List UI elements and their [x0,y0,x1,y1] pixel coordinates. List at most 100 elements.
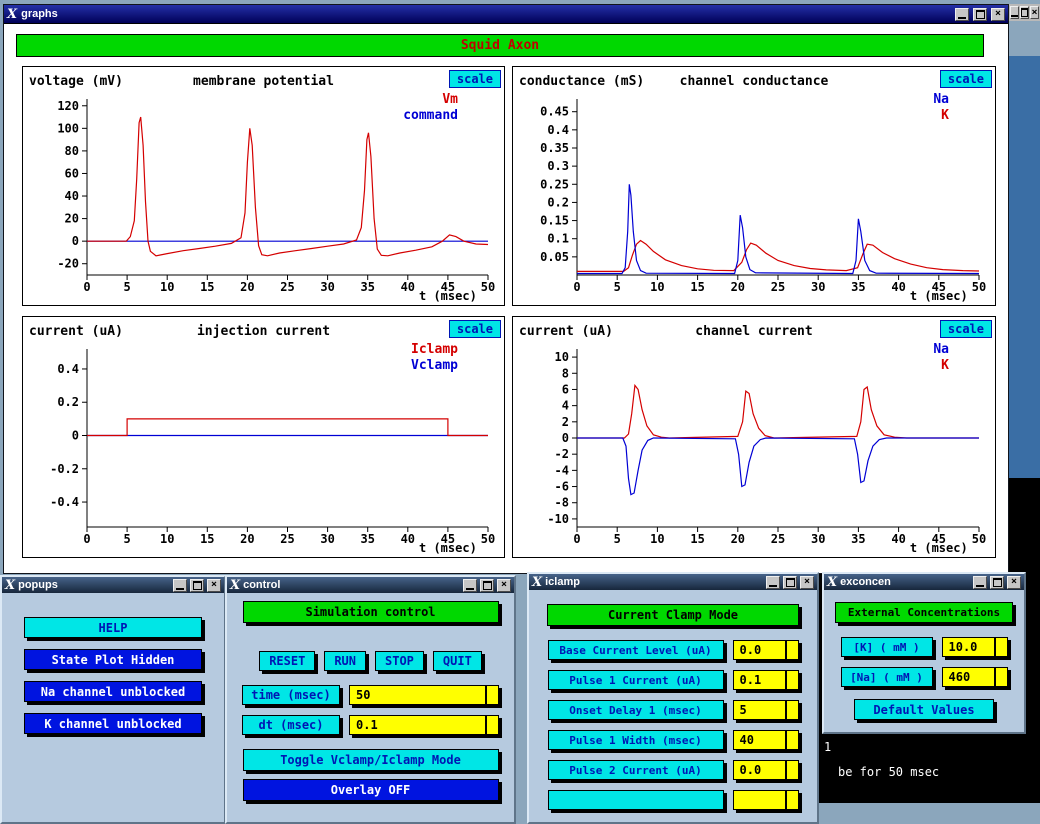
svg-text:15: 15 [200,280,214,294]
svg-text:0.2: 0.2 [57,395,79,409]
toggle-clamp-mode-button[interactable]: Toggle Vclamp/Iclamp Mode [243,749,499,771]
close-button[interactable]: × [800,576,814,589]
minimize-button[interactable] [973,576,987,589]
close-button[interactable]: × [497,579,511,592]
x11-logo-icon: X [7,8,17,21]
iclamp-row-5-label[interactable] [548,790,724,810]
iclamp-row-3-label[interactable]: Pulse 1 Width (msec) [548,730,724,750]
window-title: iclamp [545,576,763,588]
svg-text:0.4: 0.4 [57,362,79,376]
iclamp-row-0-label[interactable]: Base Current Level (uA) [548,640,724,660]
plot-title: membrane potential [23,74,504,89]
iclamp-titlebar[interactable]: X iclamp × [529,574,817,590]
maximize-button[interactable] [783,576,797,589]
maximize-button[interactable] [190,579,204,592]
default-values-button[interactable]: Default Values [854,699,994,720]
run-button-reset[interactable]: RESET [259,651,315,671]
close-button[interactable]: × [1007,576,1021,589]
svg-text:35: 35 [360,532,374,546]
maximize-button[interactable] [480,579,494,592]
dt-field-row-label[interactable]: dt (msec) [242,715,340,735]
minimize-button[interactable] [463,579,477,592]
app-banner: Squid Axon [16,34,984,57]
iclamp-row-4-input[interactable]: 0.0 [733,760,799,780]
dt-field-row: dt (msec) 0.1 [242,715,499,735]
exconcen-row-0-label[interactable]: [K] ( mM ) [841,637,933,657]
window-title: graphs [21,8,951,20]
minimize-button[interactable] [955,8,969,21]
iclamp-row-3: Pulse 1 Width (msec) 40 [548,730,799,750]
svg-text:t (msec): t (msec) [419,289,477,303]
svg-text:40: 40 [401,532,415,546]
iclamp-row-1-label[interactable]: Pulse 1 Current (uA) [548,670,724,690]
popups-button-3[interactable]: K channel unblocked [24,713,202,734]
run-button-stop[interactable]: STOP [375,651,424,671]
iclamp-row-2-label[interactable]: Onset Delay 1 (msec) [548,700,724,720]
svg-text:8: 8 [562,366,569,380]
plot-title: injection current [23,324,504,339]
plot-panel-channel-current: current (uA) channel current scale NaK -… [512,316,996,558]
exconcen-titlebar[interactable]: X exconcen × [824,574,1024,590]
maximize-button[interactable] [1020,6,1029,19]
popups-titlebar[interactable]: X popups × [2,577,224,593]
svg-text:t (msec): t (msec) [910,289,968,303]
exconcen-row-1: [Na] ( mM ) 460 [841,667,1008,687]
popups-button-0[interactable]: HELP [24,617,202,638]
exconcen-row-0-input[interactable]: 10.0 [942,637,1008,657]
run-button-run[interactable]: RUN [324,651,366,671]
exconcen-row-1-input[interactable]: 460 [942,667,1008,687]
minimize-button[interactable] [1010,6,1019,19]
iclamp-row-2-input[interactable]: 5 [733,700,799,720]
iclamp-row-3-input[interactable]: 40 [733,730,799,750]
minimize-button[interactable] [766,576,780,589]
time-field-row-label[interactable]: time (msec) [242,685,340,705]
svg-text:2: 2 [562,415,569,429]
iclamp-row-4: Pulse 2 Current (uA) 0.0 [548,760,799,780]
minimize-button[interactable] [173,579,187,592]
close-button[interactable]: × [991,8,1005,21]
time-field-row: time (msec) 50 [242,685,499,705]
popups-button-2[interactable]: Na channel unblocked [24,681,202,702]
exconcen-row-1-label[interactable]: [Na] ( mM ) [841,667,933,687]
svg-text:0: 0 [562,431,569,445]
run-button-quit[interactable]: QUIT [433,651,482,671]
background-window-titlebar-fragment: × [1009,4,1040,21]
svg-text:t (msec): t (msec) [910,541,968,555]
maximize-button[interactable] [973,8,987,21]
maximize-button[interactable] [990,576,1004,589]
scale-button[interactable]: scale [940,320,992,338]
svg-text:5: 5 [614,532,621,546]
iclamp-row-5-input[interactable] [733,790,799,810]
close-button[interactable]: × [1030,6,1039,19]
scale-button[interactable]: scale [449,320,501,338]
time-field-row-input[interactable]: 50 [349,685,499,705]
svg-text:10: 10 [555,350,569,364]
iclamp-row-4-label[interactable]: Pulse 2 Current (uA) [548,760,724,780]
iclamp-row-1-input[interactable]: 0.1 [733,670,799,690]
x11-logo-icon: X [230,579,240,592]
svg-text:5: 5 [123,280,130,294]
current-clamp-mode-header: Current Clamp Mode [547,604,799,626]
scale-button[interactable]: scale [940,70,992,88]
svg-text:-8: -8 [555,496,569,510]
svg-text:30: 30 [320,280,334,294]
svg-text:0.25: 0.25 [540,177,569,191]
svg-text:10: 10 [650,280,664,294]
popups-button-1[interactable]: State Plot Hidden [24,649,202,670]
svg-text:50: 50 [972,280,986,294]
dt-field-row-input[interactable]: 0.1 [349,715,499,735]
plot-panel-membrane-potential: voltage (mV) membrane potential scale Vm… [22,66,505,306]
exconcen-row-0: [K] ( mM ) 10.0 [841,637,1008,657]
control-titlebar[interactable]: X control × [227,577,514,593]
overlay-button[interactable]: Overlay OFF [243,779,499,801]
svg-text:50: 50 [972,532,986,546]
svg-text:20: 20 [731,280,745,294]
iclamp-row-0-input[interactable]: 0.0 [733,640,799,660]
svg-text:35: 35 [851,280,865,294]
svg-text:15: 15 [200,532,214,546]
svg-text:0: 0 [72,234,79,248]
close-button[interactable]: × [207,579,221,592]
scale-button[interactable]: scale [449,70,501,88]
svg-text:40: 40 [65,189,79,203]
graphs-titlebar[interactable]: X graphs × [4,5,1008,23]
